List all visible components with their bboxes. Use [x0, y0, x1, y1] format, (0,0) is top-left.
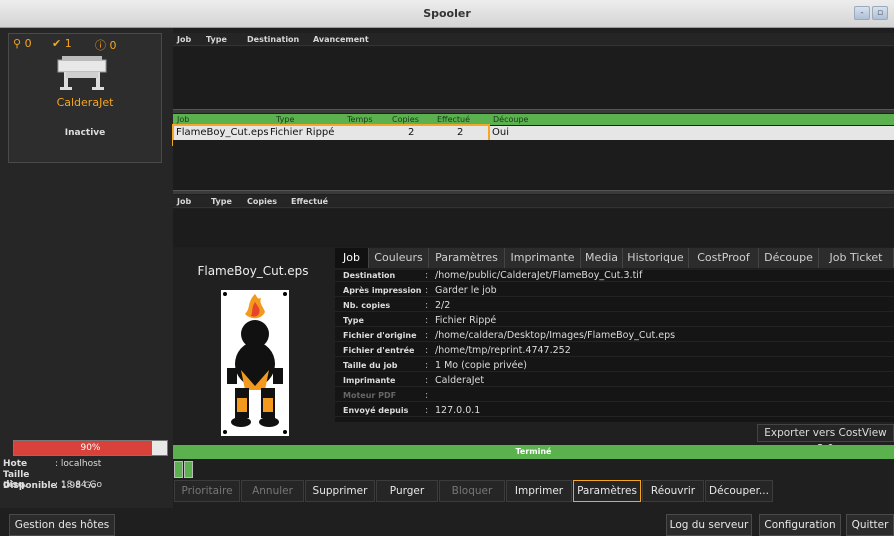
preview-title: FlameBoy_Cut.eps: [197, 264, 309, 278]
printer-status: Inactive: [64, 128, 106, 138]
export-costview-button[interactable]: Exporter vers CostView 2.0: [757, 424, 894, 455]
cut-button[interactable]: Découper...: [705, 480, 773, 502]
warning-counter: ⓘ 0: [95, 39, 117, 52]
title-bar: Spooler - ▫: [0, 0, 894, 28]
disk-usage-bar: 90%: [13, 440, 168, 456]
tab-job[interactable]: Job: [335, 248, 369, 268]
property-row: Moteur PDF:: [335, 390, 894, 402]
printer-panel: ⚲ 0 ✔ 1 ⓘ 0 CalderaJet Inactive 90% Hote…: [0, 28, 173, 508]
manage-hosts-button[interactable]: Gestion des hôtes: [9, 514, 115, 536]
print-button[interactable]: Imprimer: [506, 480, 572, 502]
disk-free-info: Disponible: 1.98 Go: [3, 481, 97, 491]
tab-parametres[interactable]: Paramètres: [429, 248, 505, 268]
printer-name: CalderaJet: [56, 96, 114, 109]
block-button[interactable]: Bloquer: [439, 480, 505, 502]
print-queue-header: Job Type Destination Avancement: [173, 33, 894, 46]
progress-segment: [174, 461, 183, 478]
delete-button[interactable]: Supprimer: [305, 480, 375, 502]
flameboy-illustration: [227, 294, 283, 427]
quit-button[interactable]: Quitter: [846, 514, 894, 536]
tab-media[interactable]: Media: [581, 248, 623, 268]
property-row: Type: Fichier Rippé: [335, 315, 894, 327]
tab-job-ticket[interactable]: Job Ticket: [819, 248, 894, 268]
tab-couleurs[interactable]: Couleurs: [369, 248, 429, 268]
reopen-button[interactable]: Réouvrir: [642, 480, 704, 502]
warning-icon: ⓘ: [95, 39, 106, 52]
property-row: Nb. copies:2/2: [335, 300, 894, 312]
printer-tile[interactable]: ⚲ 0 ✔ 1 ⓘ 0 CalderaJet Inactive: [8, 33, 162, 163]
property-row: Destination:/home/public/CalderaJet/Flam…: [335, 270, 894, 282]
job-status-bar: Terminé: [173, 445, 894, 459]
tab-historique[interactable]: Historique: [623, 248, 689, 268]
progress-segment: [184, 461, 193, 478]
disk-usage-label: 90%: [80, 443, 101, 453]
window-title: Spooler: [423, 7, 471, 20]
archive-queue-header: Job Type Copies Effectué: [173, 195, 894, 208]
key-counter: ⚲ 0: [13, 37, 32, 50]
property-row: Après impression: Garder le job: [335, 285, 894, 297]
printer-icon: [57, 56, 107, 90]
queue-splitter[interactable]: [173, 190, 894, 194]
purge-button[interactable]: Purger: [376, 480, 438, 502]
prioritize-button[interactable]: Prioritaire: [174, 480, 240, 502]
print-queue-list[interactable]: [173, 47, 894, 109]
property-row: Taille du job:1 Mo (copie privée): [335, 360, 894, 372]
archive-queue-list[interactable]: [173, 209, 894, 247]
job-properties: Destination:/home/public/CalderaJet/Flam…: [335, 270, 894, 422]
minimize-button[interactable]: -: [854, 6, 870, 20]
configuration-button[interactable]: Configuration: [759, 514, 841, 536]
property-row: Imprimante: CalderaJet: [335, 375, 894, 387]
property-row: Envoyé depuis:127.0.0.1: [335, 405, 894, 417]
tab-costproof[interactable]: CostProof: [689, 248, 759, 268]
property-row: Fichier d'entrée:/home/tmp/reprint.4747.…: [335, 345, 894, 357]
server-log-button[interactable]: Log du serveur: [666, 514, 752, 536]
tab-decoupe[interactable]: Découpe: [759, 248, 819, 268]
parameters-button[interactable]: Paramètres: [573, 480, 641, 502]
check-counter: ✔ 1: [52, 37, 72, 50]
ripped-queue-list[interactable]: [173, 140, 894, 190]
property-row: Fichier d'origine:/home/caldera/Desktop/…: [335, 330, 894, 342]
job-preview-image: [221, 290, 289, 436]
queue-splitter[interactable]: [173, 109, 894, 113]
key-icon: ⚲: [13, 37, 22, 50]
tab-imprimante[interactable]: Imprimante: [505, 248, 581, 268]
job-detail-panel: FlameBoy_Cut.eps Job Couleurs Paramètres…: [173, 248, 894, 455]
host-info: Hote: localhost: [3, 459, 102, 469]
check-icon: ✔: [52, 37, 62, 50]
maximize-button[interactable]: ▫: [872, 6, 888, 20]
cancel-button[interactable]: Annuler: [241, 480, 304, 502]
